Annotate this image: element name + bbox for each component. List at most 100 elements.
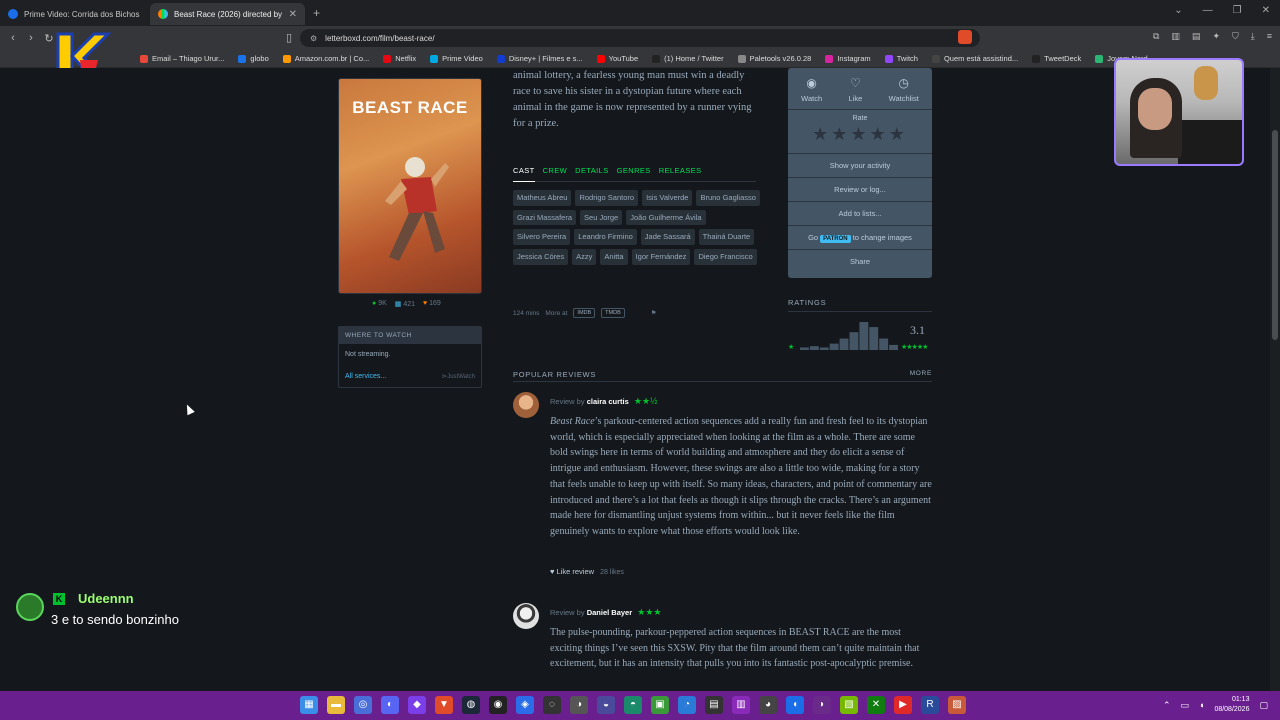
forward-icon[interactable]: › <box>22 32 40 44</box>
report-flag-icon[interactable]: ⚑ <box>651 309 657 317</box>
browser-app-icon[interactable]: ◎ <box>354 696 372 714</box>
review-text[interactable]: Beast Race’s parkour-centered action seq… <box>550 414 932 540</box>
watched-stat[interactable]: ● 9K <box>372 300 387 308</box>
network-icon[interactable]: ▭ <box>1180 700 1189 711</box>
brave-icon[interactable]: ▼ <box>435 696 453 714</box>
windows-start-icon[interactable]: ▦ <box>300 696 318 714</box>
bookmark-globo[interactable]: globo <box>238 54 269 63</box>
app-icon[interactable]: R <box>921 696 939 714</box>
tab-releases[interactable]: RELEASES <box>659 166 702 181</box>
back-icon[interactable]: ‹ <box>4 32 22 44</box>
tab-letterboxd[interactable]: Beast Race (2026) directed by Fe ✕ <box>150 3 305 25</box>
bookmark-paletools[interactable]: Paletools v26.0.28 <box>737 54 811 63</box>
watchlist-button[interactable]: ◷ Watchlist <box>889 76 919 103</box>
app-icon[interactable]: ◗ <box>813 696 831 714</box>
add-to-lists-button[interactable]: Add to lists... <box>788 202 932 226</box>
bookmark-amazon[interactable]: Amazon.com.br | Co... <box>282 54 369 63</box>
histogram-bar[interactable] <box>879 338 889 350</box>
discord-icon[interactable]: ◐ <box>381 696 399 714</box>
extensions-icon[interactable]: ⧉ <box>1153 31 1159 42</box>
wallet-icon[interactable]: ▤ <box>1192 31 1201 42</box>
share-button[interactable]: Share <box>788 250 932 274</box>
patron-change-images[interactable]: Go PATRON to change images <box>788 226 932 250</box>
more-reviews-link[interactable]: MORE <box>910 370 932 381</box>
new-tab-icon[interactable]: + <box>313 6 320 20</box>
bookmark-prime-video[interactable]: Prime Video <box>430 54 483 63</box>
cast-chip[interactable]: Azzy <box>572 249 597 265</box>
app-icon[interactable]: ▣ <box>651 696 669 714</box>
cast-chip[interactable]: Silvero Pereira <box>513 229 571 246</box>
app-icon[interactable]: ◌ <box>543 696 561 714</box>
likes-stat[interactable]: ♥ 169 <box>423 300 441 308</box>
maximize-icon[interactable]: ❐ <box>1233 5 1242 16</box>
review-author-link[interactable]: Daniel Bayer <box>587 608 632 617</box>
bookmark-disney[interactable]: Disney+ | Filmes e s... <box>496 54 583 63</box>
cast-chip[interactable]: Diego Francisco <box>694 249 757 265</box>
app-icon[interactable]: ▶ <box>894 696 912 714</box>
close-tab-icon[interactable]: ✕ <box>289 9 297 20</box>
cast-chip[interactable]: Thainá Duarte <box>698 229 755 246</box>
tab-genres[interactable]: GENRES <box>617 166 651 181</box>
cast-chip[interactable]: Bruno Gagliasso <box>696 190 760 206</box>
show-activity-button[interactable]: Show your activity <box>788 154 932 178</box>
cast-chip[interactable]: Seu Jorge <box>580 209 623 226</box>
sidebar-icon[interactable]: ▥ <box>1171 31 1180 42</box>
chrome-icon[interactable]: ◑ <box>570 696 588 714</box>
histogram-bar[interactable] <box>809 346 819 350</box>
app-icon[interactable]: ◆ <box>408 696 426 714</box>
brave-shield-icon[interactable] <box>958 30 972 44</box>
reviewer-avatar[interactable] <box>513 392 539 418</box>
cast-chip[interactable]: Igor Fernández <box>631 249 691 265</box>
watch-button[interactable]: ◉ Watch <box>801 76 822 103</box>
app-icon[interactable]: ▨ <box>948 696 966 714</box>
cast-chip[interactable]: Anitta <box>600 249 628 265</box>
bookmark-twitter[interactable]: (1) Home / Twitter <box>652 54 724 63</box>
review-author-link[interactable]: claira curtis <box>587 397 629 406</box>
system-clock[interactable]: 01:13 08/08/2026 <box>1214 695 1249 715</box>
reviewer-avatar[interactable] <box>513 603 539 629</box>
lists-stat[interactable]: ▦ 421 <box>395 300 415 308</box>
app-icon[interactable]: ◒ <box>597 696 615 714</box>
histogram-bar[interactable] <box>829 343 839 350</box>
nvidia-icon[interactable]: ▧ <box>840 696 858 714</box>
review-or-log-button[interactable]: Review or log... <box>788 178 932 202</box>
histogram-bar[interactable] <box>819 347 829 350</box>
film-poster[interactable]: BEAST RACE <box>338 78 482 294</box>
histogram-bar[interactable] <box>869 327 879 350</box>
site-settings-icon[interactable]: ⚙ <box>310 34 317 43</box>
review-text[interactable]: The pulse-pounding, parkour-peppered act… <box>550 625 932 672</box>
bookmark-youtube[interactable]: YouTube <box>596 54 638 63</box>
bookmark-netflix[interactable]: Netflix <box>383 54 416 63</box>
cast-chip[interactable]: João Guilherme Ávila <box>626 209 706 226</box>
cast-chip[interactable]: Jade Sassará <box>640 229 695 246</box>
cast-chip[interactable]: Leandro Firmino <box>574 229 637 246</box>
minimize-icon[interactable]: — <box>1203 5 1213 16</box>
steam-icon[interactable]: ◍ <box>462 696 480 714</box>
histogram-bar[interactable] <box>849 332 859 350</box>
xbox-icon[interactable]: ✕ <box>867 696 885 714</box>
histogram-bar[interactable] <box>839 338 849 350</box>
cast-chip[interactable]: Grazi Massafera <box>513 209 577 226</box>
menu-icon[interactable]: ≡ <box>1267 31 1272 42</box>
cast-chip[interactable]: Isis Valverde <box>642 190 693 206</box>
cast-chip[interactable]: Jessica Córes <box>513 249 569 265</box>
justwatch-credit[interactable]: ⊳JustWatch <box>442 373 475 380</box>
bookmark-twitch[interactable]: Twitch <box>884 54 918 63</box>
tab-search-icon[interactable]: ⌄ <box>1174 5 1182 16</box>
ratings-histogram[interactable] <box>800 320 898 350</box>
cast-chip[interactable]: Rodrigo Santoro <box>575 190 639 206</box>
app-icon[interactable]: ◈ <box>516 696 534 714</box>
cast-chip[interactable]: Matheus Abreu <box>513 190 572 206</box>
url-field[interactable]: ⚙ letterboxd.com/film/beast-race/ <box>300 29 980 47</box>
download-icon[interactable]: ⤓ <box>1251 31 1255 42</box>
tray-chevron-icon[interactable]: ⌃ <box>1163 700 1171 711</box>
app-icon[interactable]: ◖ <box>786 696 804 714</box>
average-rating[interactable]: 3.1 <box>910 323 925 338</box>
bookmark-email[interactable]: Email – Thiago Urur... <box>140 54 224 63</box>
like-button[interactable]: ♡ Like <box>849 76 863 103</box>
tab-prime-video[interactable]: Prime Video: Corrida dos Bichos <box>0 3 150 25</box>
tab-crew[interactable]: CREW <box>543 166 568 181</box>
bookmark-quem-esta[interactable]: Quem está assistind... <box>931 54 1018 63</box>
vpn-icon[interactable]: ⛉ <box>1232 31 1239 42</box>
bookmark-icon[interactable]: ▯ <box>280 31 298 44</box>
